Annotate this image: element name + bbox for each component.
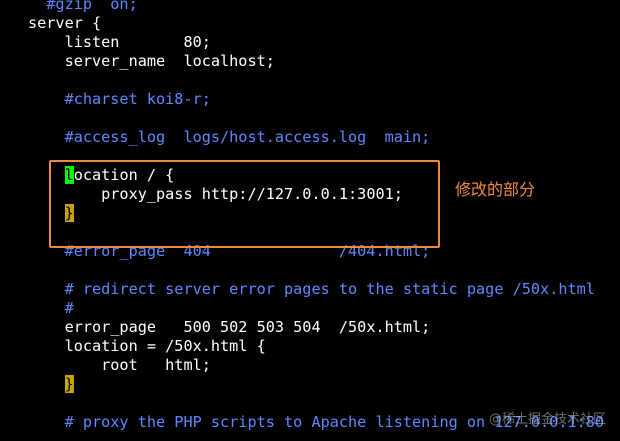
- code-line: server {: [28, 14, 102, 32]
- watermark: @稀土掘金技术社区: [488, 412, 606, 427]
- code-line: listen 80;: [28, 33, 211, 51]
- code-line: #: [28, 299, 74, 317]
- code-line: error_page 500 502 503 504 /50x.html;: [28, 318, 431, 336]
- code-line: location = /50x.html {: [28, 337, 266, 355]
- code-line: server_name localhost;: [28, 52, 275, 70]
- code-line: #gzip on;: [28, 0, 138, 13]
- code-line: root html;: [28, 356, 211, 374]
- highlight-box: [49, 160, 440, 248]
- code-line: #access_log logs/host.access.log main;: [28, 128, 431, 146]
- annotation-label: 修改的部分: [455, 180, 536, 199]
- matching-brace-highlight: }: [64, 375, 74, 393]
- code-line: }: [28, 375, 74, 394]
- code-line: # redirect server error pages to the sta…: [28, 280, 595, 298]
- code-line: #charset koi8-r;: [28, 90, 211, 108]
